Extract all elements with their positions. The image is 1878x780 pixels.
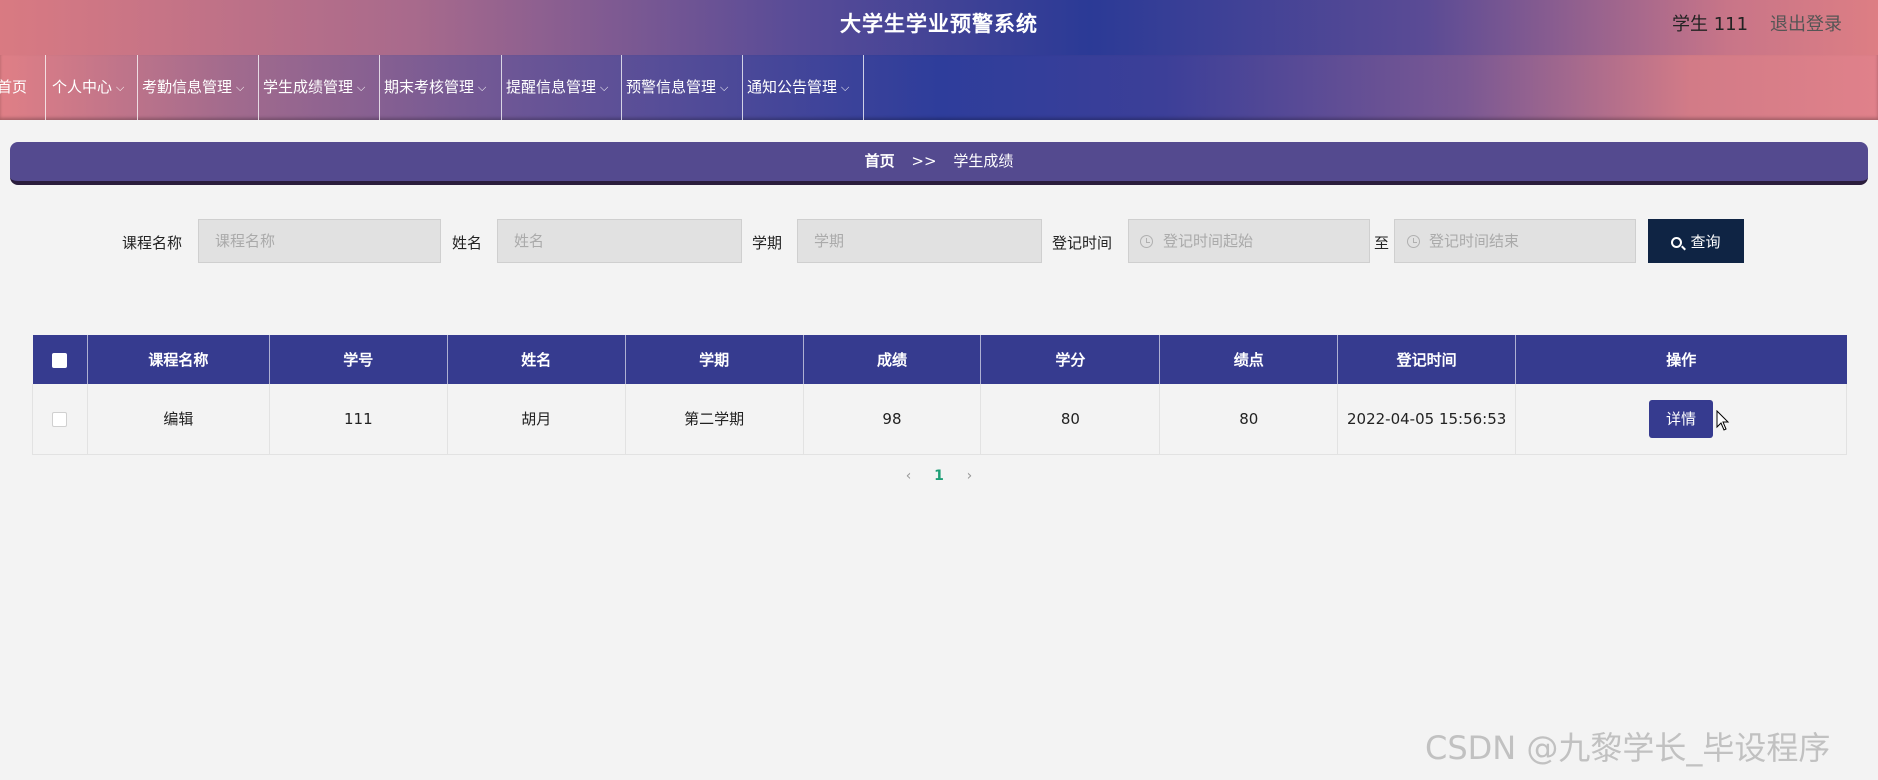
breadcrumb: 首页 >> 学生成绩	[10, 142, 1868, 185]
term-input[interactable]	[797, 219, 1042, 263]
nav-item-reminders[interactable]: 提醒信息管理 ⌵	[502, 55, 622, 120]
watermark: CSDN @九黎学长_毕设程序	[1425, 729, 1831, 767]
search-button-label: 查询	[1690, 232, 1721, 251]
page-number[interactable]: 1	[923, 468, 955, 484]
column-header[interactable]: 学分	[980, 335, 1161, 384]
nav-item-label: 预警信息管理	[626, 78, 717, 96]
detail-button[interactable]: 详情	[1649, 399, 1714, 438]
pagination: ‹ 1 ›	[0, 468, 1878, 484]
row-checkbox[interactable]	[52, 411, 68, 427]
cell-term: 第二学期	[625, 384, 804, 455]
chevron-down-icon: ⌵	[478, 81, 487, 94]
cell-score: 98	[803, 384, 982, 455]
chevron-down-icon: ⌵	[600, 81, 609, 94]
app-title: 大学生学业预警系统	[840, 12, 1038, 36]
column-header: 操作	[1515, 335, 1847, 384]
breadcrumb-current: 学生成绩	[953, 152, 1014, 170]
user-name: 学生 111	[1672, 14, 1749, 35]
column-header[interactable]: 成绩	[803, 335, 982, 384]
nav-item-label: 通知公告管理	[747, 78, 838, 96]
cell-register-time: 2022-04-05 15:56:53	[1337, 384, 1517, 455]
register-time-end-input[interactable]	[1394, 219, 1636, 263]
mouse-cursor-icon	[1716, 410, 1730, 431]
column-header[interactable]: 姓名	[447, 335, 626, 384]
column-header[interactable]: 学期	[625, 335, 804, 384]
cell-credit: 80	[980, 384, 1161, 455]
grades-table: 课程名称 学号 姓名 学期 成绩 学分 绩点 登记时间 操作 编辑 111 胡月…	[32, 335, 1847, 455]
search-icon	[1671, 236, 1683, 248]
cell-course-name: 编辑	[87, 384, 270, 455]
course-name-label: 课程名称	[122, 234, 183, 252]
chevron-down-icon: ⌵	[720, 81, 729, 94]
column-header[interactable]: 学号	[269, 335, 448, 384]
column-header[interactable]: 登记时间	[1337, 335, 1517, 384]
range-to-label: 至	[1374, 234, 1390, 252]
column-header[interactable]: 课程名称	[87, 335, 270, 384]
table-header-row: 课程名称 学号 姓名 学期 成绩 学分 绩点 登记时间 操作	[32, 335, 1847, 384]
chevron-down-icon: ⌵	[116, 81, 125, 94]
top-header: 大学生学业预警系统 学生 111 退出登录	[0, 0, 1878, 55]
nav-item-attendance[interactable]: 考勤信息管理 ⌵	[138, 55, 259, 120]
nav-item-label: 个人中心	[52, 78, 113, 96]
row-select-cell	[32, 384, 88, 455]
clock-icon	[1140, 235, 1153, 248]
main-nav: 首页 个人中心 ⌵ 考勤信息管理 ⌵ 学生成绩管理 ⌵ 期末考核管理 ⌵ 提醒信息管理 ⌵…	[0, 55, 1878, 120]
clock-icon	[1407, 235, 1420, 248]
search-button[interactable]: 查询	[1648, 219, 1744, 263]
table-row: 编辑 111 胡月 第二学期 98 80 80 2022-04-05 15:56…	[32, 384, 1847, 455]
course-name-input[interactable]	[198, 219, 441, 263]
prev-page-button[interactable]: ‹	[899, 468, 919, 484]
nav-item-label: 首页	[0, 78, 28, 96]
nav-item-home[interactable]: 首页	[0, 55, 46, 120]
chevron-down-icon: ⌵	[357, 81, 366, 94]
register-time-start-input[interactable]	[1128, 219, 1370, 263]
cell-student-id: 111	[269, 384, 448, 455]
nav-item-personal-center[interactable]: 个人中心 ⌵	[46, 55, 138, 120]
nav-item-label: 期末考核管理	[384, 78, 475, 96]
cell-student-name: 胡月	[447, 384, 626, 455]
breadcrumb-home[interactable]: 首页	[865, 152, 895, 170]
cell-actions: 详情	[1515, 384, 1847, 455]
breadcrumb-separator: >>	[911, 152, 937, 170]
student-name-input[interactable]	[497, 219, 742, 263]
term-label: 学期	[752, 234, 783, 252]
nav-item-notices[interactable]: 通知公告管理 ⌵	[743, 55, 864, 120]
nav-item-label: 考勤信息管理	[142, 78, 233, 96]
nav-item-final-exam[interactable]: 期末考核管理 ⌵	[380, 55, 502, 120]
nav-item-grades[interactable]: 学生成绩管理 ⌵	[259, 55, 380, 120]
select-all-checkbox[interactable]	[52, 352, 68, 368]
nav-item-warnings[interactable]: 预警信息管理 ⌵	[622, 55, 743, 120]
student-name-label: 姓名	[452, 234, 483, 252]
column-header[interactable]: 绩点	[1159, 335, 1339, 384]
logout-link[interactable]: 退出登录	[1770, 10, 1842, 36]
next-page-button[interactable]: ›	[959, 468, 979, 484]
cell-gpa: 80	[1159, 384, 1339, 455]
nav-item-label: 提醒信息管理	[506, 78, 597, 96]
register-time-label: 登记时间	[1052, 234, 1113, 252]
chevron-down-icon: ⌵	[841, 81, 850, 94]
nav-item-label: 学生成绩管理	[263, 78, 354, 96]
select-all-cell	[32, 335, 88, 384]
chevron-down-icon: ⌵	[236, 81, 245, 94]
